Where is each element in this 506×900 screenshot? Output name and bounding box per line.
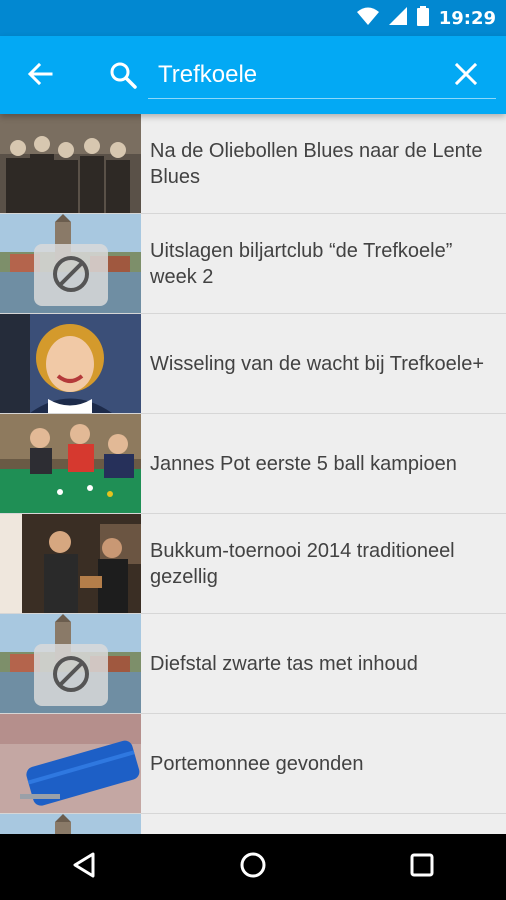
result-title: Bukkum-toernooi 2014 traditioneel gezell… — [150, 539, 455, 588]
clear-search-button[interactable] — [446, 56, 486, 96]
home-circle-icon — [239, 851, 267, 884]
list-item[interactable]: Diefstal zwarte tas met inhoud — [0, 614, 506, 714]
list-item[interactable] — [0, 814, 506, 834]
result-title: Diefstal zwarte tas met inhoud — [150, 652, 418, 675]
thumbnail-pub-photo — [0, 514, 141, 613]
nav-back-button[interactable] — [54, 837, 114, 897]
thumbnail-band-photo — [0, 114, 141, 213]
arrow-left-icon — [27, 61, 53, 92]
status-icons: 19:29 — [356, 5, 496, 31]
status-bar: 19:29 — [0, 0, 506, 36]
back-triangle-icon — [71, 851, 97, 884]
search-underline — [148, 98, 496, 99]
thumbnail-placeholder-town — [0, 814, 141, 834]
list-item[interactable]: Uitslagen biljartclub “de Trefkoele” wee… — [0, 214, 506, 314]
list-item[interactable]: Wisseling van de wacht bij Trefkoele+ — [0, 314, 506, 414]
status-time: 19:29 — [438, 7, 496, 29]
search-icon — [106, 58, 140, 92]
search-input[interactable] — [148, 54, 438, 96]
thumbnail-placeholder-town — [0, 614, 141, 713]
signal-icon — [388, 6, 407, 30]
results-list: Na de Oliebollen Blues naar de Lente Blu… — [0, 114, 506, 834]
wifi-icon — [356, 7, 379, 30]
result-title: Na de Oliebollen Blues naar de Lente Blu… — [150, 139, 483, 188]
list-item[interactable]: Na de Oliebollen Blues naar de Lente Blu… — [0, 114, 506, 214]
back-button[interactable] — [20, 56, 60, 96]
thumbnail-wallet-photo — [0, 714, 141, 813]
system-nav-bar — [0, 834, 506, 900]
thumbnail-placeholder-town — [0, 214, 141, 313]
list-item[interactable]: Jannes Pot eerste 5 ball kampioen — [0, 414, 506, 514]
list-item[interactable]: Portemonnee gevonden — [0, 714, 506, 814]
nav-recents-button[interactable] — [392, 837, 452, 897]
thumbnail-portrait-woman — [0, 314, 141, 413]
list-item[interactable]: Bukkum-toernooi 2014 traditioneel gezell… — [0, 514, 506, 614]
battery-icon — [416, 5, 429, 31]
nav-home-button[interactable] — [223, 837, 283, 897]
result-title: Jannes Pot eerste 5 ball kampioen — [150, 452, 457, 475]
result-title: Uitslagen biljartclub “de Trefkoele” wee… — [150, 239, 453, 288]
search-app-bar — [0, 36, 506, 114]
recents-square-icon — [410, 853, 434, 882]
result-title: Portemonnee gevonden — [150, 752, 364, 775]
result-title: Wisseling van de wacht bij Trefkoele+ — [150, 352, 485, 375]
close-icon — [454, 62, 478, 90]
thumbnail-billiards-photo — [0, 414, 141, 513]
